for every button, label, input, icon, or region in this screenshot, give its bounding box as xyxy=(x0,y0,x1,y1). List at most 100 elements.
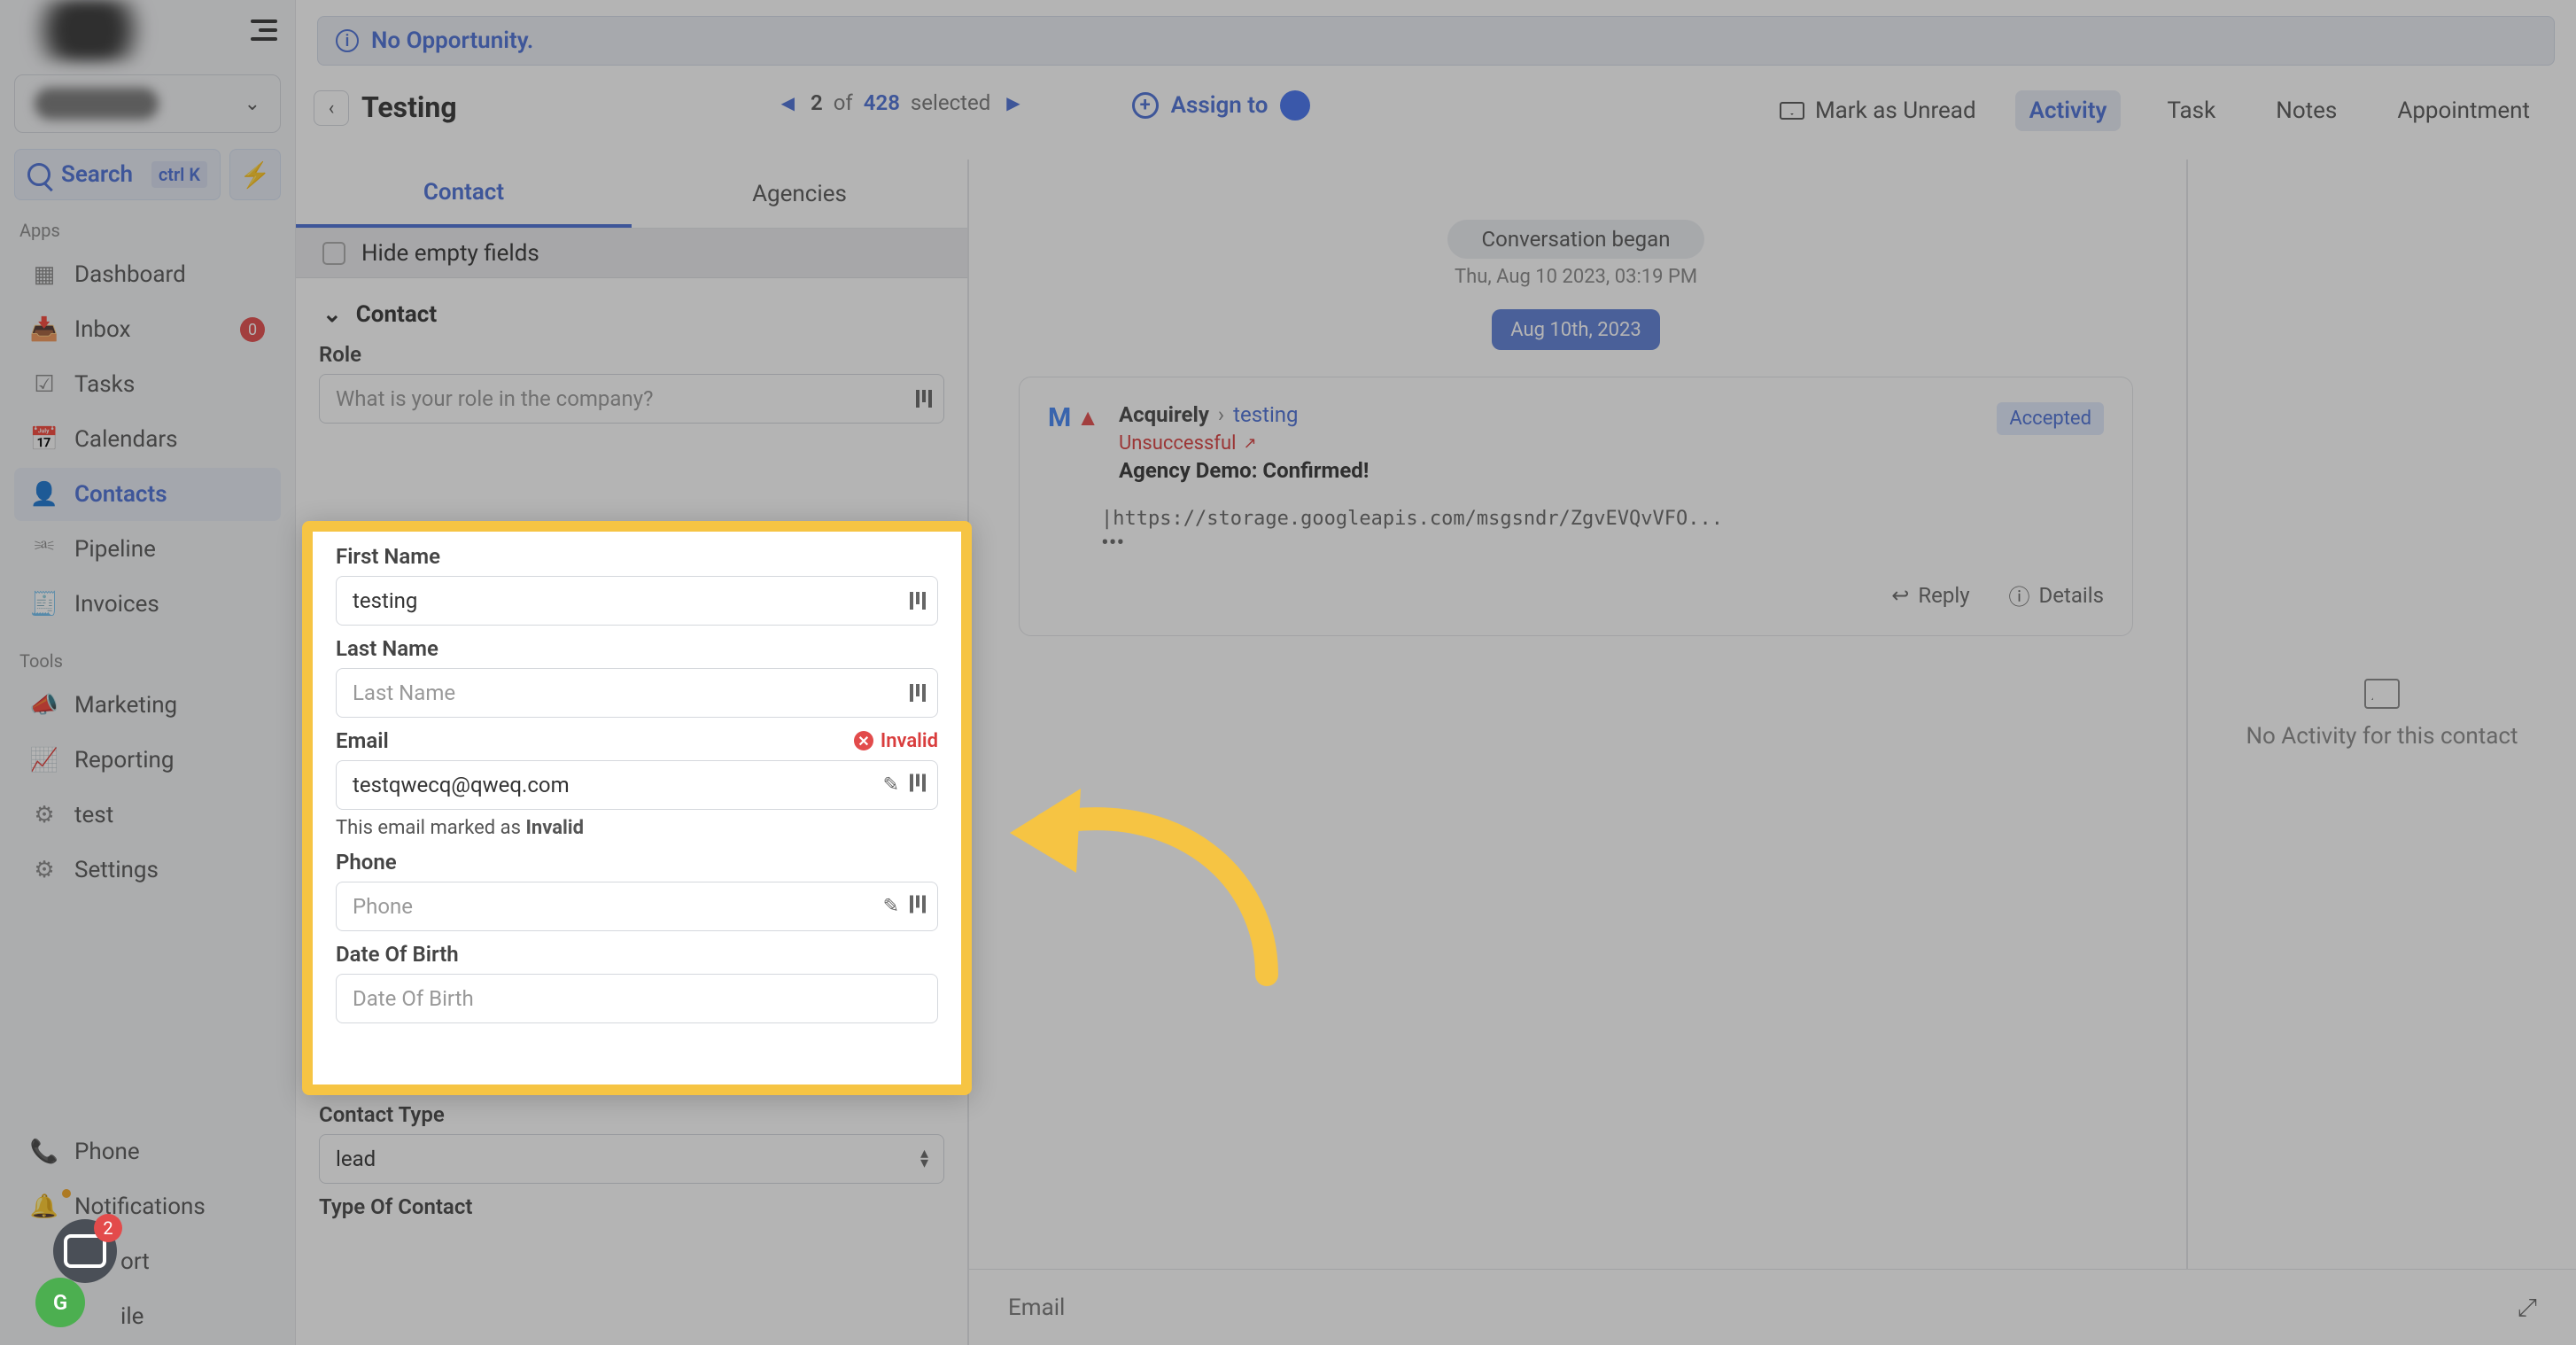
pager-next[interactable]: ▶ xyxy=(1001,92,1025,113)
assign-to-button[interactable]: + Assign to xyxy=(1132,90,1311,121)
first-name-input[interactable] xyxy=(336,576,938,626)
phone-input[interactable] xyxy=(336,882,938,931)
last-name-input[interactable] xyxy=(336,668,938,718)
banner-text: No Opportunity. xyxy=(371,27,533,54)
nav-reporting[interactable]: 📈Reporting xyxy=(14,734,281,787)
nav-notifications[interactable]: 🔔Notifications xyxy=(14,1180,281,1233)
chevron-down-icon: ⌄ xyxy=(322,301,342,328)
conversation-column: Conversation began Thu, Aug 10 2023, 03:… xyxy=(969,159,2183,1269)
email-ellipsis[interactable]: ••• xyxy=(1101,530,2104,556)
field-email: Email ✕Invalid ✎ This email marked as In… xyxy=(313,723,961,844)
dashboard-icon: ▦ xyxy=(30,260,58,289)
details-button[interactable]: ⓘDetails xyxy=(2009,579,2104,610)
activity-chart-icon xyxy=(2364,679,2400,709)
email-status: Unsuccessful↗ xyxy=(1119,432,1977,455)
info-icon: ⓘ xyxy=(2009,579,2030,610)
calendar-icon: 📅 xyxy=(30,425,58,454)
accepted-badge: Accepted xyxy=(1997,402,2104,435)
conversation-began-chip: Conversation began xyxy=(1447,220,1704,259)
reporting-icon: 📈 xyxy=(30,746,58,774)
dob-input[interactable] xyxy=(336,974,938,1023)
nav-pipeline[interactable]: ⎃Pipeline xyxy=(14,523,281,576)
section-contact-header[interactable]: ⌄ Contact xyxy=(296,278,967,337)
email-participants: Acquirely›testing xyxy=(1119,402,1977,427)
field-contact-type: Contact Type ▴▾ xyxy=(296,1097,967,1189)
search-button[interactable]: Search ctrl K xyxy=(14,149,221,200)
gmail-icon: M▲ xyxy=(1048,402,1099,433)
settings-icon: ⚙ xyxy=(30,856,58,884)
tasks-icon: ☑ xyxy=(30,370,58,399)
plus-icon: + xyxy=(1132,92,1159,119)
external-link-icon[interactable]: ↗ xyxy=(1243,434,1256,453)
nav-invoices[interactable]: 🧾Invoices xyxy=(14,578,281,631)
pipeline-icon: ⎃ xyxy=(30,535,58,564)
sidebar-section-apps: Apps xyxy=(19,220,295,241)
field-phone: Phone ✎ xyxy=(313,844,961,937)
role-input[interactable] xyxy=(319,374,944,424)
field-first-name: First Name xyxy=(313,532,961,631)
field-actions-icon[interactable] xyxy=(916,390,932,408)
nav-calendars[interactable]: 📅Calendars xyxy=(14,413,281,466)
nav-inbox[interactable]: 📥Inbox0 xyxy=(14,303,281,356)
email-invalid-note: This email marked as Invalid xyxy=(336,817,938,839)
sidebar: ⌄ Search ctrl K ⚡ Apps ▦Dashboard 📥Inbox… xyxy=(0,0,296,1345)
inbox-badge: 0 xyxy=(240,317,265,342)
reply-button[interactable]: ↩Reply xyxy=(1891,579,1969,610)
search-shortcut: ctrl K xyxy=(151,161,207,188)
nav-marketing[interactable]: 📣Marketing xyxy=(14,679,281,732)
quick-actions-button[interactable]: ⚡ xyxy=(229,149,281,200)
back-button[interactable]: ‹ xyxy=(314,90,349,126)
warning-icon: ▲ xyxy=(1076,404,1099,431)
compose-email-bar[interactable]: Email ⤢ xyxy=(969,1269,2576,1345)
field-actions-icon[interactable]: ✎ xyxy=(883,896,926,918)
reply-icon: ↩ xyxy=(1891,583,1909,608)
email-input[interactable] xyxy=(336,760,938,810)
subtab-agencies[interactable]: Agencies xyxy=(632,159,967,228)
workspace-logo xyxy=(18,0,159,61)
field-actions-icon[interactable] xyxy=(910,592,926,610)
inbox-icon: 📥 xyxy=(30,315,58,344)
tab-activity[interactable]: Activity xyxy=(2015,90,2122,131)
test-icon: ⚙ xyxy=(30,801,58,829)
compose-label: Email xyxy=(1008,1294,1065,1321)
pager-prev[interactable]: ◀ xyxy=(776,92,800,113)
email-body-preview: |https://storage.googleapis.com/msgsndr/… xyxy=(1101,508,2104,530)
nav-tasks[interactable]: ☑Tasks xyxy=(14,358,281,411)
pencil-icon[interactable]: ✎ xyxy=(883,774,899,797)
field-actions-icon[interactable]: ✎ xyxy=(883,774,926,797)
chat-launcher[interactable]: 2 xyxy=(53,1219,117,1283)
hamburger-icon[interactable] xyxy=(251,19,277,41)
mark-unread-button[interactable]: Mark as Unread xyxy=(1780,97,1976,124)
subtab-contact[interactable]: Contact xyxy=(296,159,632,228)
account-name-blurred xyxy=(35,88,159,120)
highlight-annotation: First Name Last Name Email ✕Invalid ✎ Th… xyxy=(302,521,972,1095)
contacts-icon: 👤 xyxy=(30,480,58,509)
nav-settings[interactable]: ⚙Settings xyxy=(14,844,281,897)
expand-icon[interactable]: ⤢ xyxy=(2518,1293,2537,1323)
tab-notes[interactable]: Notes xyxy=(2262,90,2351,131)
bell-icon: 🔔 xyxy=(30,1193,58,1221)
hide-empty-checkbox[interactable] xyxy=(322,242,345,265)
hide-empty-row[interactable]: Hide empty fields xyxy=(296,229,967,278)
user-avatar[interactable]: G xyxy=(35,1278,85,1327)
nav-contacts[interactable]: 👤Contacts xyxy=(14,468,281,521)
tab-task[interactable]: Task xyxy=(2153,90,2230,131)
field-actions-icon[interactable] xyxy=(910,684,926,702)
type-select[interactable] xyxy=(319,1134,944,1184)
nav-dashboard[interactable]: ▦Dashboard xyxy=(14,248,281,301)
no-activity-text: No Activity for this contact xyxy=(2246,723,2518,750)
contact-header: ‹ Testing ◀ 2 of 428 selected ▶ + Assign… xyxy=(296,66,2576,163)
email-card[interactable]: M▲ Acquirely›testing Unsuccessful↗ Agenc… xyxy=(1019,377,2133,636)
notification-dot xyxy=(62,1189,71,1198)
marketing-icon: 📣 xyxy=(30,691,58,719)
field-role: Role xyxy=(296,337,967,429)
search-label: Search xyxy=(61,161,133,188)
field-last-name: Last Name xyxy=(313,631,961,723)
nav-test[interactable]: ⚙test xyxy=(14,789,281,842)
chat-badge: 2 xyxy=(94,1214,122,1242)
nav-phone[interactable]: 📞Phone xyxy=(14,1125,281,1178)
tab-appointment[interactable]: Appointment xyxy=(2383,90,2544,131)
pencil-icon[interactable]: ✎ xyxy=(883,896,899,918)
account-picker[interactable]: ⌄ xyxy=(14,74,281,133)
conversation-timestamp: Thu, Aug 10 2023, 03:19 PM xyxy=(1019,266,2133,288)
